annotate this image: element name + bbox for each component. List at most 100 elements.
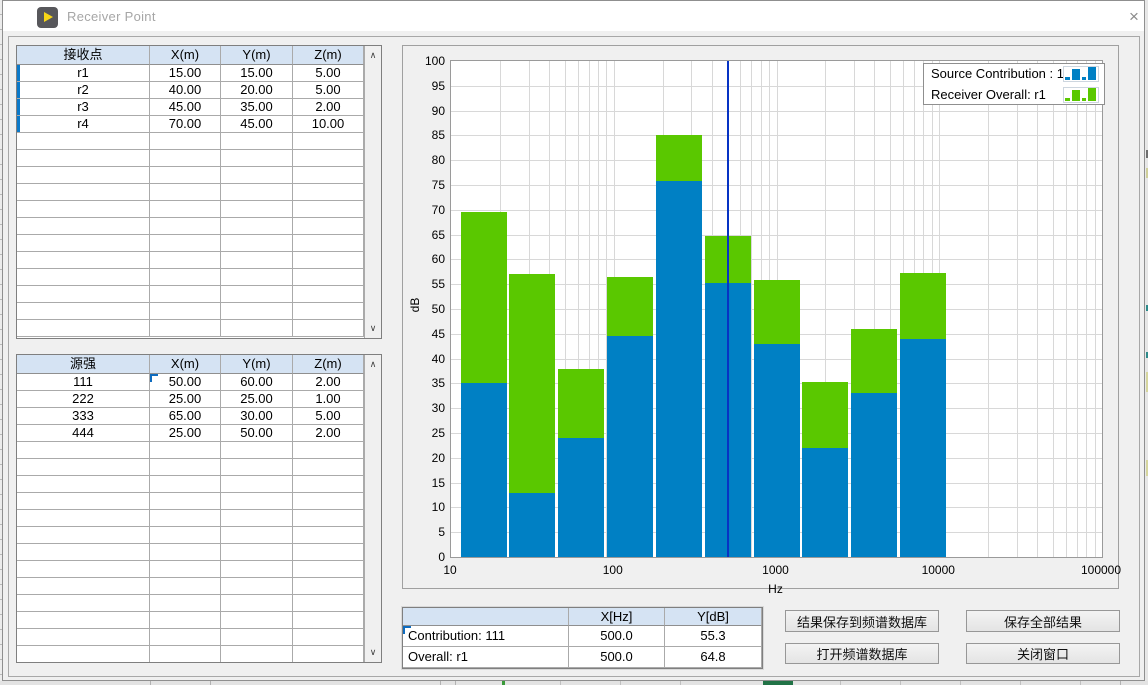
- empty-cell: [150, 578, 221, 595]
- empty-cell: [150, 646, 221, 662]
- receiver-table-scrollbar[interactable]: ∧ ∨: [364, 46, 381, 338]
- table-cell[interactable]: r1: [17, 65, 150, 82]
- y-tick-label: 5: [405, 525, 445, 539]
- y-tick-label: 0: [405, 550, 445, 564]
- table-cell[interactable]: 50.00: [150, 374, 221, 391]
- scroll-up-button[interactable]: ∧: [366, 48, 380, 63]
- table-cell[interactable]: 2.00: [293, 374, 364, 391]
- empty-cell: [17, 459, 150, 476]
- gridline-vertical-minor: [988, 61, 989, 557]
- table-cell[interactable]: 35.00: [221, 99, 293, 116]
- save-all-results-button[interactable]: 保存全部结果: [966, 610, 1120, 632]
- empty-cell: [221, 442, 293, 459]
- save-to-spectrum-db-button[interactable]: 结果保存到频谱数据库: [785, 610, 939, 632]
- y-axis-title: dB: [408, 292, 422, 318]
- empty-cell: [221, 510, 293, 527]
- empty-cell: [293, 629, 364, 646]
- table-cell[interactable]: 45.00: [221, 116, 293, 133]
- table-cell[interactable]: 55.3: [665, 626, 762, 647]
- table-cell[interactable]: 10.00: [293, 116, 364, 133]
- empty-row: [17, 595, 364, 612]
- chevron-down-icon: ∨: [370, 323, 377, 333]
- table-cell[interactable]: 500.0: [569, 647, 665, 668]
- empty-row: [17, 252, 364, 269]
- header-row: X[Hz]Y[dB]: [403, 608, 762, 626]
- table-cell[interactable]: 2.00: [293, 99, 364, 116]
- y-tick-label: 95: [405, 79, 445, 93]
- plot-area[interactable]: [450, 60, 1103, 558]
- table-cell[interactable]: Contribution: 111: [403, 626, 569, 647]
- window-close-button[interactable]: ×: [1121, 5, 1147, 29]
- table-cell[interactable]: 333: [17, 408, 150, 425]
- table-cell[interactable]: 5.00: [293, 65, 364, 82]
- scroll-down-button[interactable]: ∨: [366, 321, 380, 336]
- table-row: r240.0020.005.00: [17, 82, 364, 99]
- table-cell[interactable]: 70.00: [150, 116, 221, 133]
- table-cell[interactable]: 111: [17, 374, 150, 391]
- table-cell[interactable]: 15.00: [150, 65, 221, 82]
- table-row: r470.0045.0010.00: [17, 116, 364, 133]
- gridline-vertical-minor: [1037, 61, 1038, 557]
- chevron-up-icon: ∧: [370, 50, 377, 60]
- table-cell[interactable]: 50.00: [221, 425, 293, 442]
- y-tick-label: 30: [405, 401, 445, 415]
- y-tick-label: 85: [405, 128, 445, 142]
- table-cell[interactable]: 65.00: [150, 408, 221, 425]
- empty-cell: [293, 150, 364, 167]
- table-cell[interactable]: 25.00: [150, 425, 221, 442]
- open-spectrum-db-button[interactable]: 打开频谱数据库: [785, 643, 939, 664]
- empty-cell: [17, 612, 150, 629]
- table-cell[interactable]: 30.00: [221, 408, 293, 425]
- scroll-up-button[interactable]: ∧: [366, 357, 380, 372]
- header-cell: Z(m): [293, 46, 364, 65]
- table-cell[interactable]: 45.00: [150, 99, 221, 116]
- y-tick-label: 35: [405, 376, 445, 390]
- table-cell[interactable]: 2.00: [293, 425, 364, 442]
- table-cell[interactable]: 25.00: [150, 391, 221, 408]
- legend-item-overall: Receiver Overall: r1: [924, 85, 1104, 105]
- table-cell[interactable]: 500.0: [569, 626, 665, 647]
- empty-cell: [221, 133, 293, 150]
- empty-row: [17, 544, 364, 561]
- chart-legend[interactable]: Source Contribution : 111 Receiver Overa…: [923, 63, 1105, 105]
- table-cell[interactable]: r2: [17, 82, 150, 99]
- spectrum-chart-panel: 0510152025303540455055606570758085909510…: [402, 45, 1119, 589]
- empty-cell: [17, 493, 150, 510]
- empty-row: [17, 201, 364, 218]
- table-cell[interactable]: 20.00: [221, 82, 293, 99]
- table-cell[interactable]: 222: [17, 391, 150, 408]
- table-cell[interactable]: Overall: r1: [403, 647, 569, 668]
- bar-series-icon: [1063, 66, 1099, 82]
- table-cell[interactable]: 40.00: [150, 82, 221, 99]
- empty-row: [17, 629, 364, 646]
- empty-cell: [17, 252, 150, 269]
- empty-cell: [221, 286, 293, 303]
- close-window-button[interactable]: 关闭窗口: [966, 643, 1120, 664]
- table-cell[interactable]: 5.00: [293, 82, 364, 99]
- empty-cell: [221, 201, 293, 218]
- table-cell[interactable]: 25.00: [221, 391, 293, 408]
- empty-cell: [221, 612, 293, 629]
- scroll-down-button[interactable]: ∨: [366, 645, 380, 660]
- table-cell[interactable]: 15.00: [221, 65, 293, 82]
- table-cell[interactable]: 5.00: [293, 408, 364, 425]
- empty-cell: [293, 595, 364, 612]
- empty-cell: [293, 527, 364, 544]
- table-cell[interactable]: 444: [17, 425, 150, 442]
- empty-row: [17, 303, 364, 320]
- table-cell[interactable]: r4: [17, 116, 150, 133]
- table-cell[interactable]: 60.00: [221, 374, 293, 391]
- empty-cell: [221, 459, 293, 476]
- empty-cell: [150, 133, 221, 150]
- empty-row: [17, 459, 364, 476]
- header-cell: Y[dB]: [665, 608, 762, 626]
- y-tick-label: 25: [405, 426, 445, 440]
- table-cell[interactable]: r3: [17, 99, 150, 116]
- chart-cursor[interactable]: [727, 61, 729, 557]
- table-cell[interactable]: 1.00: [293, 391, 364, 408]
- table-cell[interactable]: 64.8: [665, 647, 762, 668]
- empty-cell: [150, 150, 221, 167]
- empty-cell: [150, 201, 221, 218]
- source-table-scrollbar[interactable]: ∧ ∨: [364, 355, 381, 662]
- cursor-readout-grid: X[Hz]Y[dB]Contribution: 111500.055.3 Over…: [403, 608, 762, 668]
